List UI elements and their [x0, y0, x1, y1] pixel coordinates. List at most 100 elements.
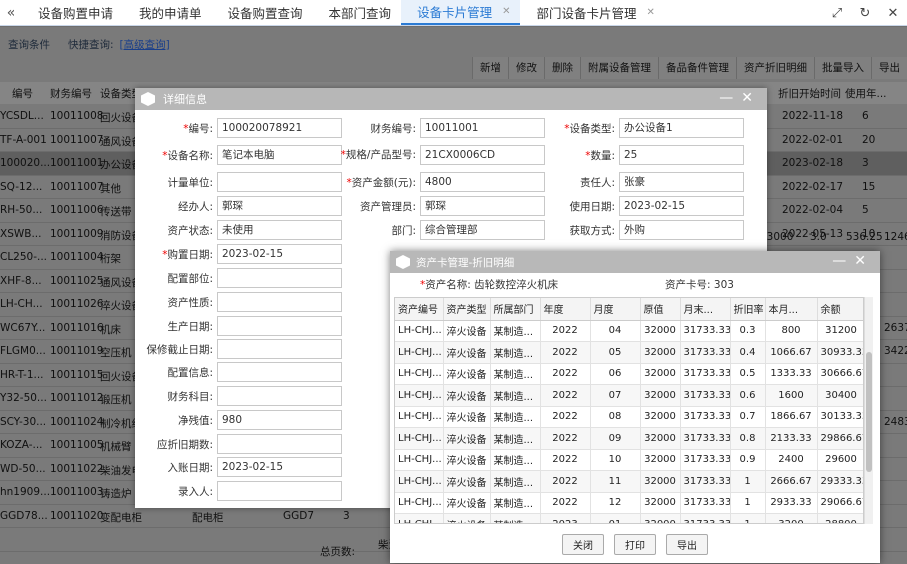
add-button[interactable]: 新增	[472, 57, 508, 79]
table-cell: 铸造炉	[100, 488, 132, 500]
table-cell: 32000	[640, 470, 681, 493]
entry-date-input[interactable]: 2023-02-15	[217, 457, 342, 477]
export-button[interactable]: 导出	[666, 534, 708, 555]
fin-code-input[interactable]: 10011001	[420, 118, 545, 138]
field-label-colon: :	[209, 320, 213, 333]
admin-input[interactable]: 郭琛	[420, 196, 545, 216]
spare-parts-button[interactable]: 备品备件管理	[658, 57, 736, 79]
column-code[interactable]: 编号	[12, 86, 33, 101]
subject-input[interactable]	[217, 386, 342, 406]
table-cell: 2023-02-18	[782, 157, 844, 169]
table-cell: 31733.33	[680, 470, 731, 493]
column-header[interactable]: 本月...	[765, 298, 818, 321]
config-dept-input[interactable]	[217, 268, 342, 288]
edit-button[interactable]: 修改	[508, 57, 544, 79]
unit-input[interactable]	[217, 172, 342, 192]
nature-input[interactable]	[217, 292, 342, 312]
handler-input[interactable]: 郭琛	[217, 196, 342, 216]
table-cell: 10011024	[50, 415, 104, 428]
column-header[interactable]: 月度	[590, 298, 641, 321]
close-all-icon[interactable]: ✕	[879, 6, 907, 21]
acquire-input[interactable]: 外购	[619, 220, 744, 240]
warranty-input[interactable]	[217, 339, 342, 359]
close-button[interactable]: 关闭	[562, 534, 604, 555]
column-header[interactable]: 月末...	[680, 298, 731, 321]
spec-input[interactable]: 21CX0006CD	[420, 145, 545, 165]
status-input[interactable]: 未使用	[217, 220, 342, 240]
table-row[interactable]: LH-CHJ... 淬火设备 某制造... 2022 08 32000 31733.33 0.…	[395, 406, 863, 428]
table-cell: 2022	[540, 320, 591, 342]
column-header[interactable]: 所属部门	[490, 298, 541, 321]
name-input[interactable]: 笔记本电脑	[217, 145, 342, 165]
column-header[interactable]: 原值	[640, 298, 681, 321]
fullscreen-icon[interactable]: ⤢	[823, 6, 851, 21]
table-row[interactable]: LH-CHJ... 淬火设备 某制造... 2022 06 32000 31733.33 0.…	[395, 363, 863, 385]
type-input[interactable]: 办公设备1	[619, 118, 744, 138]
table-row[interactable]: LH-CHJ... 淬火设备 某制造... 2022 09 32000 31733.33 0.…	[395, 427, 863, 450]
batch-import-button[interactable]: 批量导入	[814, 57, 871, 79]
tab-department-query[interactable]: 本部门查询	[313, 0, 402, 25]
tab-purchase-query[interactable]: 设备购置查询	[212, 0, 313, 25]
column-years[interactable]: 使用年...	[845, 86, 887, 101]
field-label-text: 资产性质	[167, 296, 210, 309]
tab-card-management[interactable]: 设备卡片管理 ✕	[401, 0, 521, 25]
table-row[interactable]: LH-CHJ... 淬火设备 某制造... 2022 07 32000 31733.33 0.…	[395, 384, 863, 407]
maker-input[interactable]	[217, 316, 342, 336]
column-header[interactable]: 资产编号	[395, 298, 444, 321]
detail-dialog-title: 详细信息	[163, 93, 207, 106]
column-dep-start[interactable]: 折旧开始时间	[778, 86, 841, 101]
minimize-icon[interactable]: —	[719, 90, 741, 106]
grid-scrollbar[interactable]	[864, 297, 873, 524]
table-row[interactable]: LH-CHJ... 淬火设备 某制造... 2022 05 32000 31733.33 0.…	[395, 341, 863, 364]
table-cell: 10011020	[50, 509, 104, 522]
tab-department-card-management[interactable]: 部门设备卡片管理 ✕	[520, 0, 664, 25]
dept-input[interactable]: 综合管理部	[420, 220, 545, 240]
export-button[interactable]: 导出	[871, 57, 907, 79]
table-cell: 800	[765, 320, 818, 342]
minimize-icon[interactable]: —	[832, 253, 854, 269]
form-field-name: *设备名称: 笔记本电脑	[135, 145, 342, 165]
use-date-input[interactable]: 2023-02-15	[619, 196, 744, 216]
close-icon[interactable]: ✕	[646, 7, 654, 18]
query-conditions-label[interactable]: 查询条件	[8, 37, 50, 52]
close-icon[interactable]: ✕	[854, 253, 874, 269]
tab-scroll-left-icon[interactable]: «	[0, 0, 22, 25]
column-header[interactable]: 余额	[817, 298, 863, 321]
table-row[interactable]: LH-CHJ... 淬火设备 某制造... 2022 12 32000 31733.33 1 2…	[395, 492, 863, 514]
field-label: *编号:	[135, 121, 217, 136]
column-header[interactable]: 折旧率	[730, 298, 766, 321]
column-header[interactable]: 年度	[540, 298, 591, 321]
form-field-maker: 生产日期:	[135, 316, 342, 336]
scrollbar-thumb[interactable]	[866, 352, 872, 472]
advanced-query-link[interactable]: [高级查询]	[120, 37, 170, 52]
column-finance-code[interactable]: 财务编号	[50, 86, 92, 101]
field-label-colon: :	[611, 122, 615, 135]
close-icon[interactable]: ✕	[502, 6, 510, 17]
field-label-text: 设备名称	[167, 149, 210, 162]
close-icon[interactable]: ✕	[741, 90, 761, 106]
refresh-icon[interactable]: ↻	[851, 6, 879, 21]
table-row[interactable]: LH-CHJ... 淬火设备 某制造... 2022 10 32000 31733.33 0.…	[395, 449, 863, 471]
table-cell: 配电柜	[192, 511, 224, 524]
entry-user-input[interactable]	[217, 481, 342, 501]
column-header[interactable]: 资产类型	[443, 298, 491, 321]
table-cell: 2637	[884, 321, 907, 334]
code-input[interactable]: 100020078921	[217, 118, 342, 138]
table-row[interactable]: LH-CHJ... 淬火设备 某制造... 2022 11 32000 31733.33 1 2…	[395, 470, 863, 493]
owner-input[interactable]: 张豪	[619, 172, 744, 192]
qty-input[interactable]: 25	[619, 145, 744, 165]
amount-input[interactable]: 4800	[420, 172, 545, 192]
print-button[interactable]: 打印	[614, 534, 656, 555]
table-cell: LH-CHJ...	[395, 320, 444, 342]
delete-button[interactable]: 删除	[544, 57, 580, 79]
field-label-colon: :	[412, 224, 416, 237]
tab-my-applications[interactable]: 我的申请单	[123, 0, 212, 25]
attached-equipment-button[interactable]: 附属设备管理	[580, 57, 658, 79]
table-row[interactable]: LH-CHJ...淬火设备某制造...2023013200031733.3313…	[395, 513, 863, 523]
table-row[interactable]: LH-CHJ... 淬火设备 某制造... 2022 04 32000 31733.33 0.…	[395, 320, 863, 342]
depreciation-detail-button[interactable]: 资产折旧明细	[736, 57, 814, 79]
tab-equipment-purchase-apply[interactable]: 设备购置申请	[22, 0, 123, 25]
config-info-input[interactable]	[217, 362, 342, 382]
table-cell: 07	[590, 384, 641, 407]
table-cell: 31733.33	[680, 363, 731, 385]
